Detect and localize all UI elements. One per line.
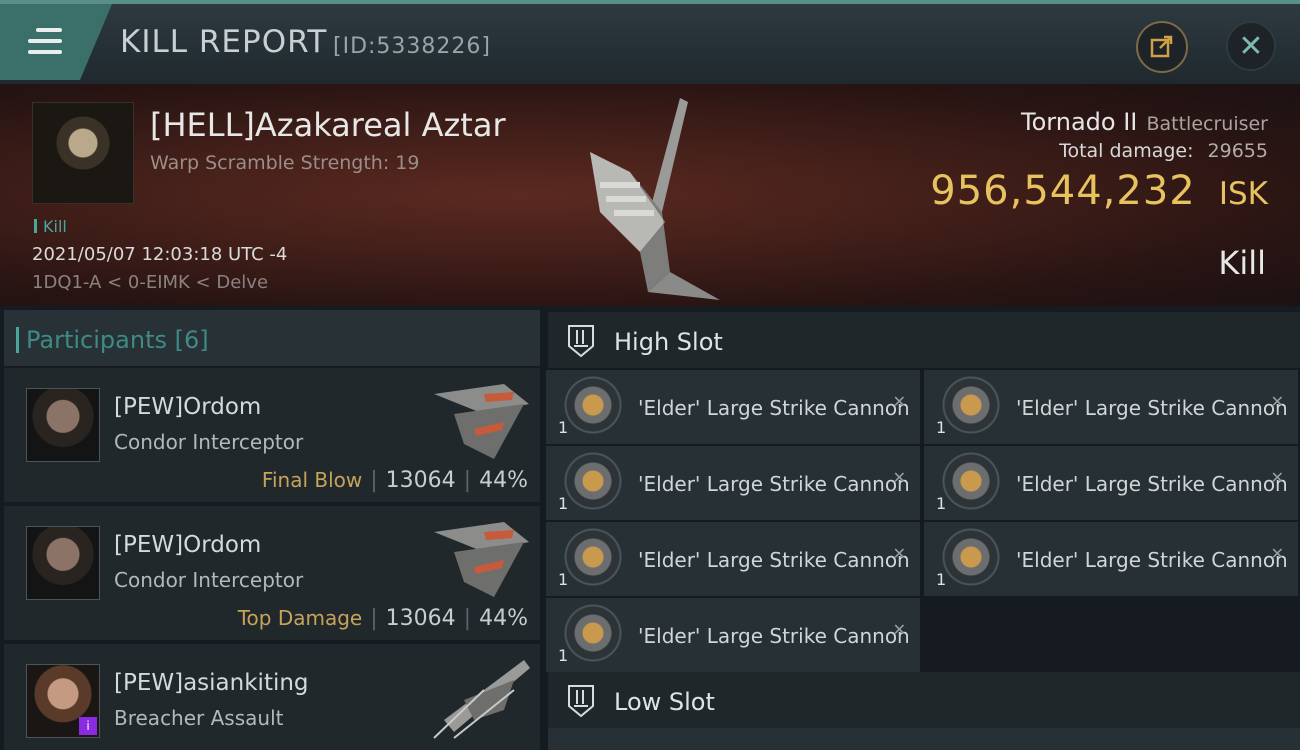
- module-quantity: 1: [558, 494, 569, 513]
- high-slot-label: High Slot: [614, 328, 723, 356]
- participant-name: [PEW]Ordom: [114, 532, 262, 558]
- participants-header[interactable]: Participants [6]: [4, 310, 540, 366]
- cannon-icon: [564, 528, 622, 586]
- ship-name[interactable]: Tornado II: [1021, 108, 1137, 136]
- module-quantity: 1: [936, 494, 947, 513]
- destroyed-icon: ✕: [1270, 544, 1284, 563]
- hamburger-icon: [28, 28, 62, 54]
- ship-class: Battlecruiser: [1146, 113, 1268, 135]
- module-quantity: 1: [936, 418, 947, 437]
- victim-banner: [HELL]Azakareal Aztar Warp Scramble Stre…: [0, 84, 1300, 306]
- module-item[interactable]: 1 'Elder' Large Strike Cannon ✕: [924, 522, 1298, 596]
- total-damage-label: Total damage:: [1059, 140, 1194, 162]
- module-name: 'Elder' Large Strike Cannon: [1016, 396, 1288, 420]
- cannon-icon: [564, 376, 622, 434]
- participant-avatar[interactable]: i: [26, 664, 100, 738]
- isk-unit: ISK: [1218, 176, 1268, 212]
- victim-ship-type: Tornado II Battlecruiser: [1021, 108, 1268, 136]
- victim-portrait[interactable]: [32, 102, 134, 204]
- isk-amount: 956,544,232: [930, 168, 1196, 214]
- module-quantity: 1: [936, 570, 947, 589]
- module-item[interactable]: 1 'Elder' Large Strike Cannon ✕: [924, 370, 1298, 444]
- low-slot-icon: [568, 685, 594, 718]
- module-quantity: 1: [558, 646, 569, 665]
- victim-ship-image[interactable]: [570, 92, 730, 302]
- high-slot-header[interactable]: High Slot: [548, 312, 1300, 368]
- participant-ship: Condor Interceptor: [114, 568, 304, 592]
- participant-damage: 13064: [385, 468, 456, 493]
- top-bar: KILL REPORT [ID:5338226] ✕: [0, 0, 1300, 84]
- participant-row[interactable]: i [PEW]asiankiting Breacher Assault: [4, 644, 540, 750]
- participant-damage: 13064: [385, 606, 456, 631]
- destroyed-icon: ✕: [892, 468, 906, 487]
- final-blow-tag: Final Blow: [261, 468, 363, 492]
- module-name: 'Elder' Large Strike Cannon: [638, 396, 910, 420]
- isk-value: 956,544,232 ISK: [930, 168, 1268, 214]
- participant-row[interactable]: [PEW]Ordom Condor Interceptor Top Damage…: [4, 506, 540, 640]
- participant-stats: Top Damage | 13064 | 44%: [237, 606, 528, 631]
- participants-label: Participants [6]: [16, 326, 209, 354]
- participant-row[interactable]: [PEW]Ordom Condor Interceptor Final Blow…: [4, 368, 540, 502]
- info-badge-icon: i: [79, 717, 97, 735]
- module-item[interactable]: 1 'Elder' Large Strike Cannon ✕: [924, 446, 1298, 520]
- module-item[interactable]: 1 'Elder' Large Strike Cannon ✕: [546, 522, 920, 596]
- cannon-icon: [942, 376, 1000, 434]
- destroyed-icon: ✕: [892, 392, 906, 411]
- kill-datetime: 2021/05/07 12:03:18 UTC -4: [32, 244, 288, 265]
- participant-percent: 44%: [479, 606, 528, 631]
- kill-tag: Kill: [34, 217, 67, 236]
- share-button[interactable]: [1136, 21, 1188, 73]
- module-name: 'Elder' Large Strike Cannon: [1016, 548, 1288, 572]
- module-quantity: 1: [558, 418, 569, 437]
- menu-button[interactable]: [0, 4, 112, 80]
- module-item[interactable]: 1 'Elder' Large Strike Cannon ✕: [546, 446, 920, 520]
- module-name: 'Elder' Large Strike Cannon: [638, 548, 910, 572]
- participant-avatar[interactable]: [26, 388, 100, 462]
- module-name: 'Elder' Large Strike Cannon: [638, 624, 910, 648]
- top-damage-tag: Top Damage: [237, 606, 363, 630]
- module-name: 'Elder' Large Strike Cannon: [638, 472, 910, 496]
- total-damage: Total damage: 29655: [1059, 140, 1268, 162]
- high-slot-icon: [568, 325, 594, 358]
- report-id: [ID:5338226]: [333, 34, 491, 59]
- participant-percent: 44%: [479, 468, 528, 493]
- cannon-icon: [942, 452, 1000, 510]
- participant-avatar[interactable]: [26, 526, 100, 600]
- module-name: 'Elder' Large Strike Cannon: [1016, 472, 1288, 496]
- low-slot-label: Low Slot: [614, 688, 715, 716]
- module-item[interactable]: 1 'Elder' Large Strike Cannon ✕: [546, 370, 920, 444]
- close-icon: ✕: [1238, 28, 1264, 64]
- participant-name: [PEW]asiankiting: [114, 670, 309, 696]
- module-item[interactable]: 1 'Elder' Large Strike Cannon ✕: [546, 598, 920, 672]
- participant-ship: Condor Interceptor: [114, 430, 304, 454]
- total-damage-value: 29655: [1207, 140, 1268, 162]
- participant-ship-image: [434, 522, 529, 597]
- module-quantity: 1: [558, 570, 569, 589]
- participant-name: [PEW]Ordom: [114, 394, 262, 420]
- kill-result: Kill: [1218, 244, 1266, 282]
- share-icon: [1150, 35, 1173, 58]
- warp-scramble-strength: Warp Scramble Strength: 19: [150, 152, 420, 174]
- low-slot-header[interactable]: Low Slot: [548, 672, 1300, 728]
- participant-ship: Breacher Assault: [114, 706, 284, 730]
- participant-ship-image: [433, 660, 530, 739]
- close-button[interactable]: ✕: [1226, 21, 1276, 71]
- destroyed-icon: ✕: [1270, 392, 1284, 411]
- destroyed-icon: ✕: [1270, 468, 1284, 487]
- page-title: KILL REPORT: [120, 24, 328, 60]
- cannon-icon: [564, 604, 622, 662]
- kill-location[interactable]: 1DQ1-A < 0-EIMK < Delve: [32, 272, 268, 293]
- cannon-icon: [564, 452, 622, 510]
- low-slot-list[interactable]: [548, 728, 1300, 750]
- destroyed-icon: ✕: [892, 544, 906, 563]
- destroyed-icon: ✕: [892, 620, 906, 639]
- victim-name[interactable]: [HELL]Azakareal Aztar: [150, 106, 506, 144]
- participant-stats: Final Blow | 13064 | 44%: [261, 468, 528, 493]
- participant-ship-image: [434, 384, 529, 459]
- cannon-icon: [942, 528, 1000, 586]
